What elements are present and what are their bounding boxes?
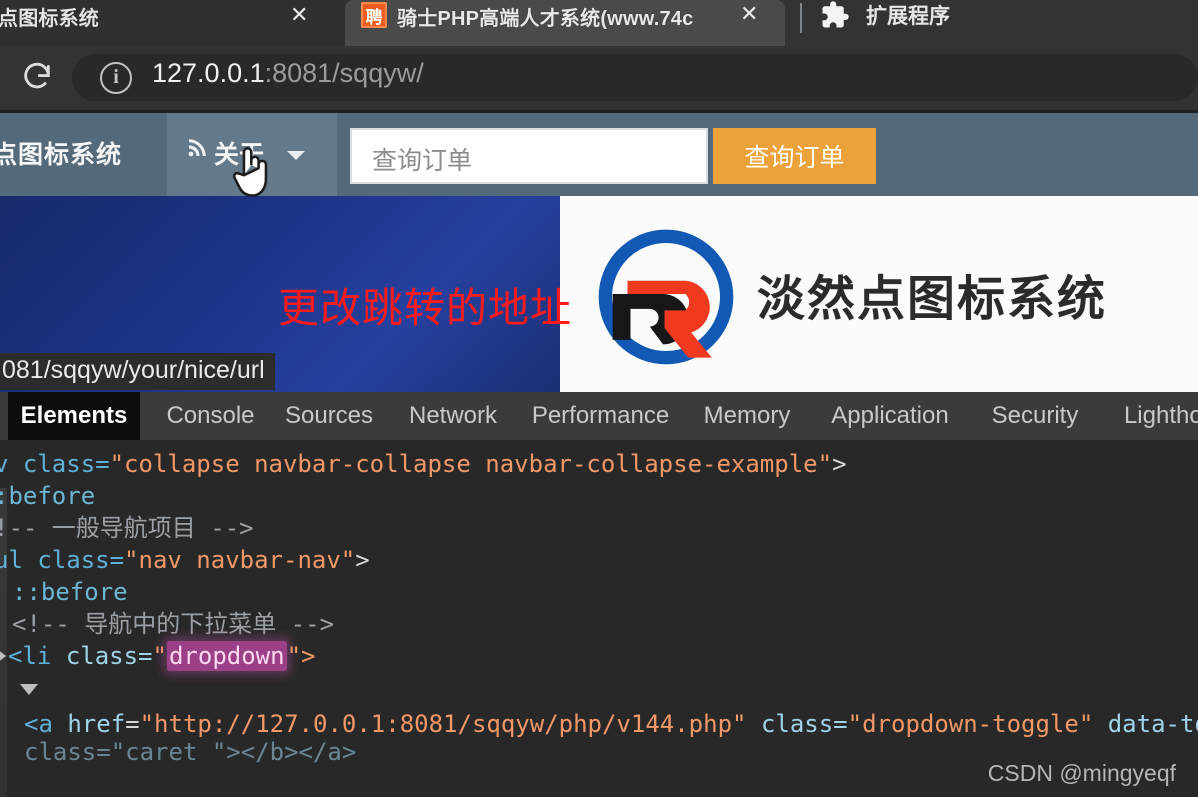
devtools-tabbar: Elements Console Sources Network Perform… (0, 392, 1198, 440)
tab-lighthouse[interactable]: Lighthou (1100, 392, 1198, 440)
tab-sources[interactable]: Sources (268, 392, 390, 440)
site-navbar: 点图标系统 关于 查询订单 查询订单 (0, 110, 1198, 199)
puzzle-icon[interactable] (820, 0, 850, 37)
dom-line-3[interactable]: !-- 一般导航项目 --> (0, 516, 254, 540)
url-path: :8081/sqqyw/ (264, 58, 424, 88)
site-brand[interactable]: 点图标系统 (0, 135, 122, 171)
site-info-icon[interactable]: i (100, 62, 132, 94)
site-logo-text: 淡然点图标系统 (757, 273, 1108, 326)
rss-icon (186, 135, 210, 166)
dom-tree[interactable]: v class="collapse navbar-collapse navbar… (0, 440, 1198, 797)
browser-tab-2[interactable]: 聘 骑士PHP高端人才系统(www.74c ✕ (345, 0, 785, 46)
tab-memory[interactable]: Memory (684, 392, 810, 440)
extensions-label[interactable]: 扩展程序 (866, 0, 950, 30)
dom-line-4[interactable]: ul class="nav navbar-nav"> (0, 548, 370, 572)
url-host: 127.0.0.1 (152, 58, 265, 88)
tab-performance[interactable]: Performance (518, 392, 683, 440)
dom-line-7[interactable]: <li class="dropdown"> (8, 641, 315, 671)
logo-dr-icon (598, 229, 734, 365)
browser-tab-strip: 点图标系统 ✕ 聘 骑士PHP高端人才系统(www.74c ✕ 扩展程序 (0, 0, 1198, 46)
address-bar[interactable]: i 127.0.0.1:8081/sqqyw/ (72, 54, 1198, 101)
tab-elements[interactable]: Elements (8, 392, 140, 440)
expand-arrow-icon[interactable] (0, 648, 6, 664)
dom-line-9[interactable]: class="caret "></b></a> (24, 740, 356, 764)
link-status-tooltip: 081/sqqyw/your/nice/url (0, 353, 275, 390)
reload-icon[interactable] (18, 60, 56, 98)
annotation-text: 更改跳转的地址 (278, 285, 572, 331)
collapse-arrow-icon[interactable] (20, 684, 38, 695)
tab-console[interactable]: Console (148, 392, 273, 440)
tab-application[interactable]: Application (810, 392, 970, 440)
toolbar-divider (800, 3, 802, 33)
search-button[interactable]: 查询订单 (713, 128, 876, 184)
tab-network[interactable]: Network (388, 392, 518, 440)
address-bar-url: 127.0.0.1:8081/sqqyw/ (152, 58, 424, 89)
dom-line-1[interactable]: v class="collapse navbar-collapse navbar… (0, 452, 847, 476)
selected-class-token: dropdown (166, 641, 287, 671)
dom-line-5[interactable]: ::before (12, 580, 128, 604)
search-input-placeholder: 查询订单 (372, 147, 473, 175)
dom-line-6[interactable]: <!-- 导航中的下拉菜单 --> (12, 612, 334, 636)
dom-line-8[interactable]: <a href="http://127.0.0.1:8081/sqqyw/php… (24, 712, 1198, 736)
browser-tab-1[interactable]: 点图标系统 ✕ (0, 0, 345, 46)
close-icon[interactable]: ✕ (290, 4, 308, 26)
close-icon[interactable]: ✕ (740, 3, 758, 25)
tab-security[interactable]: Security (970, 392, 1100, 440)
dom-line-2[interactable]: :before (0, 484, 95, 508)
devtools-panel: Elements Console Sources Network Perform… (0, 392, 1198, 797)
browser-toolbar: i 127.0.0.1:8081/sqqyw/ (0, 46, 1198, 110)
watermark: CSDN @mingyeqf (987, 760, 1176, 786)
mouse-cursor-hand (232, 147, 268, 197)
tab-favicon: 聘 (361, 2, 387, 28)
search-input[interactable]: 查询订单 (350, 128, 708, 184)
browser-window: 点图标系统 ✕ 聘 骑士PHP高端人才系统(www.74c ✕ 扩展程序 i 1… (0, 0, 1198, 797)
browser-tab-2-title: 骑士PHP高端人才系统(www.74c (397, 8, 694, 30)
chevron-down-icon (287, 151, 305, 160)
browser-tab-1-title: 点图标系统 (0, 8, 99, 30)
